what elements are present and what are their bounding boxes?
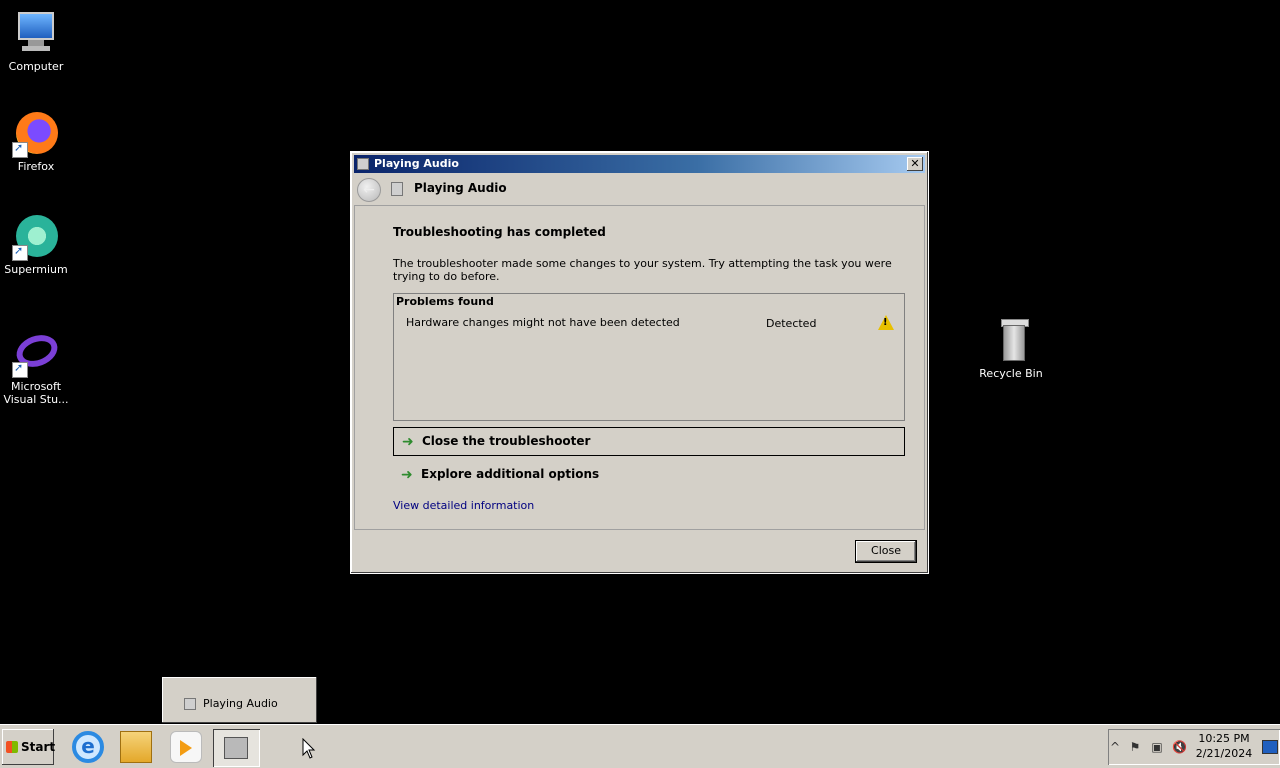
explore-options-option[interactable]: ➜ Explore additional options	[393, 461, 905, 490]
problems-found-panel: Problems found Hardware changes might no…	[393, 293, 905, 421]
dialog-navbar: ← Playing Audio	[354, 174, 925, 204]
page-heading: Troubleshooting has completed	[393, 225, 606, 239]
problem-status: Detected	[766, 317, 817, 330]
page-description: The troubleshooter made some changes to …	[393, 257, 892, 283]
troubleshooter-dialog: Playing Audio ✕ ← Playing Audio Troubles…	[350, 151, 929, 574]
desktop-icon-visual-studio[interactable]: Microsoft Visual Stu...	[0, 329, 72, 406]
taskbar-thumbnail[interactable]: Playing Audio	[162, 677, 317, 723]
nav-title: Playing Audio	[414, 181, 507, 195]
problem-name: Hardware changes might not have been det…	[406, 316, 680, 329]
clock-date: 2/21/2024	[1195, 747, 1253, 760]
close-icon[interactable]: ✕	[907, 157, 923, 171]
clock[interactable]: 10:25 PM 2/21/2024	[1192, 731, 1256, 761]
start-button[interactable]: Start	[2, 729, 56, 765]
green-arrow-icon: ➜	[401, 467, 413, 483]
troubleshooter-icon	[391, 182, 403, 196]
shortcut-arrow-icon	[12, 141, 28, 158]
dialog-titlebar[interactable]: Playing Audio ✕	[354, 155, 925, 173]
network-icon[interactable]: ▣	[1150, 740, 1164, 754]
clock-time: 10:25 PM	[1198, 732, 1250, 745]
thumbnail-label: Playing Audio	[203, 697, 278, 710]
desktop-icon-supermium[interactable]: Supermium	[0, 213, 72, 276]
shortcut-arrow-icon	[12, 361, 28, 378]
green-arrow-icon: ➜	[402, 434, 414, 450]
dialog-content: Troubleshooting has completed The troubl…	[354, 205, 925, 530]
troubleshooter-icon	[224, 737, 248, 759]
desktop-icon-recycle-bin[interactable]: Recycle Bin	[975, 317, 1047, 380]
system-tray: ^ ⚑ ▣ 🔇 10:25 PM 2/21/2024	[1108, 729, 1280, 765]
desktop-icon-label: Recycle Bin	[979, 367, 1043, 380]
desktop-icon-label: Microsoft Visual Stu...	[3, 380, 69, 406]
shortcut-arrow-icon	[12, 244, 28, 261]
file-explorer-icon[interactable]	[120, 731, 152, 763]
volume-muted-icon[interactable]: 🔇	[1172, 740, 1187, 754]
firefox-icon	[12, 110, 60, 158]
option-label: Close the troubleshooter	[422, 434, 591, 448]
desktop-icon-label: Supermium	[4, 263, 68, 276]
supermium-icon	[12, 213, 60, 261]
desktop-icon-label: Firefox	[17, 160, 55, 173]
problem-row[interactable]: Hardware changes might not have been det…	[394, 314, 904, 334]
dialog-title: Playing Audio	[374, 157, 459, 170]
recycle-bin-icon	[987, 317, 1035, 365]
desktop-icon-label: Computer	[8, 60, 64, 73]
taskbar-item-troubleshooter[interactable]	[213, 729, 260, 767]
problems-header: Problems found	[396, 295, 494, 308]
option-label: Explore additional options	[421, 467, 600, 481]
desktop-icon-firefox[interactable]: Firefox	[0, 110, 72, 173]
close-button[interactable]: Close	[855, 540, 917, 563]
desktop-icon-computer[interactable]: Computer	[0, 10, 72, 73]
computer-icon	[12, 10, 60, 58]
start-label: Start	[21, 740, 56, 754]
view-detailed-info-link[interactable]: View detailed information	[393, 499, 534, 512]
troubleshooter-icon	[184, 698, 196, 710]
close-troubleshooter-option[interactable]: ➜ Close the troubleshooter	[393, 427, 905, 456]
back-arrow-icon[interactable]: ←	[357, 178, 381, 202]
taskbar: Start e ^ ⚑ ▣ 🔇 10:25 PM 2/21/2024	[0, 724, 1280, 768]
media-player-icon[interactable]	[170, 731, 202, 763]
troubleshooter-icon	[357, 158, 369, 170]
tray-expand-icon[interactable]: ^	[1108, 740, 1122, 754]
visual-studio-icon	[12, 329, 62, 378]
warning-icon: !	[878, 315, 894, 330]
flag-icon[interactable]: ⚑	[1128, 740, 1142, 754]
internet-explorer-icon[interactable]: e	[72, 731, 104, 763]
windows-logo-icon	[6, 741, 18, 753]
show-desktop-icon[interactable]	[1262, 740, 1278, 754]
